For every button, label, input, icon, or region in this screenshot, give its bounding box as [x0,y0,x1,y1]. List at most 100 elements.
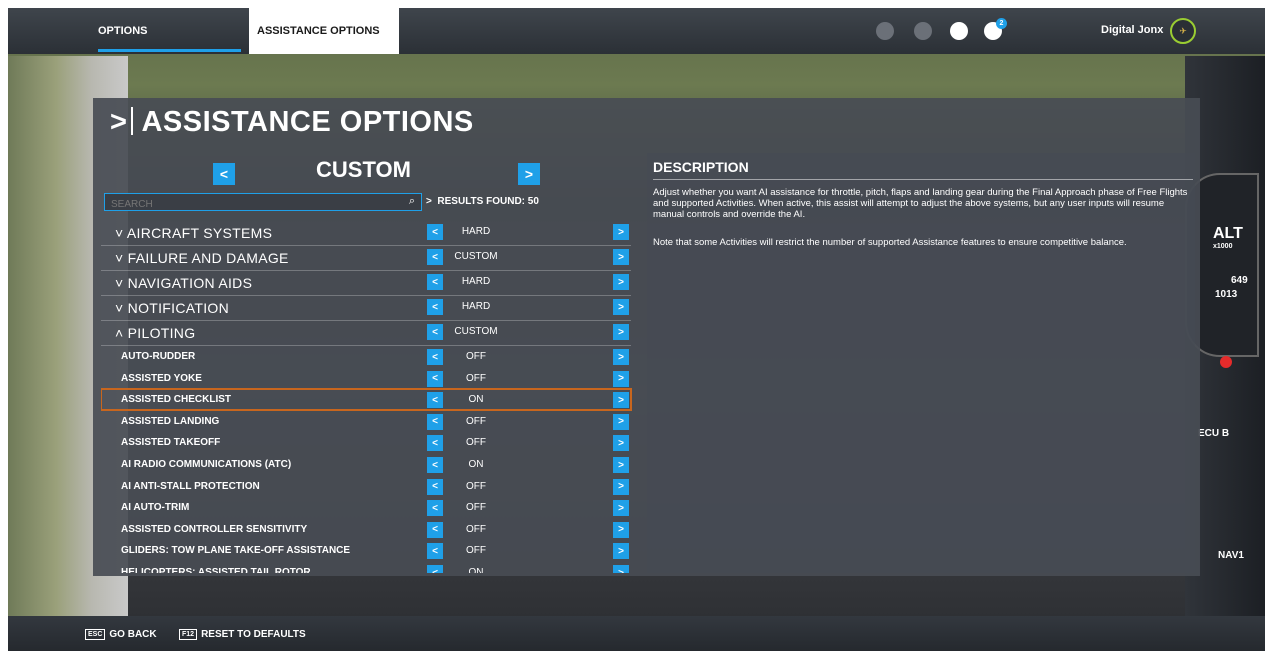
value-next-button[interactable]: > [613,249,629,265]
reset-defaults-label: RESET TO DEFAULTS [201,629,306,640]
option-value: OFF [466,372,486,384]
nav1-label: NAV1 [1218,550,1244,561]
option-label: ASSISTED YOKE [121,372,202,384]
description-title: DESCRIPTION [653,159,749,175]
category-row[interactable]: ˅ NAVIGATION AIDS < HARD > [101,271,631,296]
option-value: OFF [466,545,486,557]
option-row[interactable]: AI ANTI-STALL PROTECTION < OFF > [101,476,631,497]
option-value: OFF [466,523,486,535]
value-next-button[interactable]: > [613,274,629,290]
tab-options-label: OPTIONS [98,25,148,37]
category-label: ˄ PILOTING [115,325,196,341]
altimeter-label: ALT [1213,225,1243,242]
tab-assistance-options[interactable]: ASSISTANCE OPTIONS [249,8,399,54]
description-divider [653,179,1193,180]
option-value: OFF [466,351,486,362]
options-list: ˅ AIRCRAFT SYSTEMS < HARD > ˅ FAILURE AND DA… [101,221,641,573]
tab-options[interactable]: OPTIONS [98,8,241,54]
option-row[interactable]: AUTO-RUDDER < OFF > [101,346,631,367]
achievements-icon[interactable] [876,22,894,40]
option-row[interactable]: ASSISTED CONTROLLER SENSITIVITY < OFF > [101,519,631,540]
preset-next-button[interactable]: > [518,163,540,185]
category-row[interactable]: ˄ PILOTING < CUSTOM > [101,321,631,346]
option-label: ASSISTED CHECKLIST [121,394,232,406]
option-value: ON [468,394,484,406]
friends-icon[interactable] [914,22,932,40]
option-row[interactable]: ASSISTED YOKE < OFF > [101,368,631,389]
category-label: ˅ AIRCRAFT SYSTEMS [115,225,273,241]
page-title-text: ASSISTANCE OPTIONS [141,106,474,138]
option-label: ASSISTED TAKEOFF [121,437,221,449]
option-value: HARD [461,226,491,237]
option-label: AUTO-RUDDER [121,351,196,362]
results-count-text: RESULTS FOUND: 50 [437,196,539,207]
results-count: > RESULTS FOUND: 50 [426,196,539,207]
assistance-panel: > ASSISTANCE OPTIONS < CUSTOM > ⌕ > RESUL… [93,98,1200,576]
top-bar: OPTIONS ASSISTANCE OPTIONS 2 Digital Jon… [8,8,1265,54]
category-row[interactable]: ˅ AIRCRAFT SYSTEMS < HARD > [101,221,631,246]
option-label: HELICOPTERS: ASSISTED TAIL ROTOR [121,567,311,573]
reset-defaults-button[interactable]: F12 RESET TO DEFAULTS [179,629,306,640]
option-value: ON [468,459,484,470]
category-row[interactable]: ˅ FAILURE AND DAMAGE < CUSTOM > [101,246,631,271]
value-next-button[interactable]: > [613,413,629,430]
value-next-button[interactable]: > [613,500,629,517]
value-next-button[interactable]: > [613,299,629,315]
avatar[interactable]: ✈ [1170,18,1196,44]
description-pane: DESCRIPTION Adjust whether you want AI a… [647,153,1195,573]
options-column: < CUSTOM > ⌕ > RESULTS FOUND: 50 ˅ AIRCR… [101,153,641,573]
value-next-button[interactable]: > [613,224,629,240]
option-row[interactable]: AI AUTO-TRIM < OFF > [101,497,631,518]
search-input[interactable] [105,197,397,212]
search-icon[interactable]: ⌕ [409,195,415,208]
value-next-button[interactable]: > [613,457,629,473]
option-value: OFF [466,415,486,427]
title-divider [131,107,134,135]
option-value: HARD [461,276,491,287]
option-value: CUSTOM [454,326,498,337]
option-value: OFF [466,437,486,449]
option-value: HARD [461,301,491,312]
value-next-button[interactable]: > [613,349,629,365]
value-next-button[interactable]: > [613,478,629,495]
option-label: AI AUTO-TRIM [121,502,190,514]
value-next-button[interactable]: > [613,565,629,573]
option-label: ASSISTED CONTROLLER SENSITIVITY [121,523,308,535]
tab-assistance-label: ASSISTANCE OPTIONS [257,25,380,37]
option-label: ASSISTED LANDING [121,415,220,427]
description-note: Note that some Activities will restrict … [653,237,1127,248]
option-value: ON [468,567,484,573]
ecu-label: ECU B [1198,428,1230,439]
option-label: AI RADIO COMMUNICATIONS (ATC) [121,459,292,470]
option-value: CUSTOM [454,251,498,262]
bottom-bar: ESC GO BACK F12 RESET TO DEFAULTS [8,616,1265,651]
value-next-button[interactable]: > [613,521,629,538]
altimeter-readout-ft: 649 [1231,275,1248,286]
preset-selector: < CUSTOM > [101,153,641,193]
option-row[interactable]: ASSISTED TAKEOFF < OFF > [101,432,631,453]
option-label: GLIDERS: TOW PLANE TAKE-OFF ASSISTANCE [121,545,351,557]
profile-icon[interactable] [950,22,968,40]
warning-light [1220,356,1232,368]
option-row[interactable]: ASSISTED LANDING < OFF > [101,411,631,432]
option-value: OFF [466,480,486,492]
value-next-button[interactable]: > [613,392,629,409]
value-next-button[interactable]: > [613,324,629,340]
notification-badge: 2 [996,18,1007,29]
description-text: Adjust whether you want AI assistance fo… [653,187,1188,220]
option-row[interactable]: ASSISTED CHECKLIST < ON > [101,388,632,412]
username: Digital Jonx [1101,24,1164,36]
option-row[interactable]: HELICOPTERS: ASSISTED TAIL ROTOR < ON > [101,562,631,573]
value-next-button[interactable]: > [613,543,629,560]
preset-prev-button[interactable]: < [213,163,235,185]
esc-key-hint: ESC [85,629,106,640]
option-value: OFF [466,502,486,514]
category-row[interactable]: ˅ NOTIFICATION < HARD > [101,296,631,321]
value-next-button[interactable]: > [613,435,629,452]
option-row[interactable]: AI RADIO COMMUNICATIONS (ATC) < ON > [101,454,631,475]
value-next-button[interactable]: > [613,370,629,387]
go-back-button[interactable]: ESC GO BACK [85,629,157,640]
option-row[interactable]: GLIDERS: TOW PLANE TAKE-OFF ASSISTANCE < O… [101,540,631,561]
chevron-right-icon: > [426,196,438,207]
page-title: > ASSISTANCE OPTIONS [110,106,474,139]
